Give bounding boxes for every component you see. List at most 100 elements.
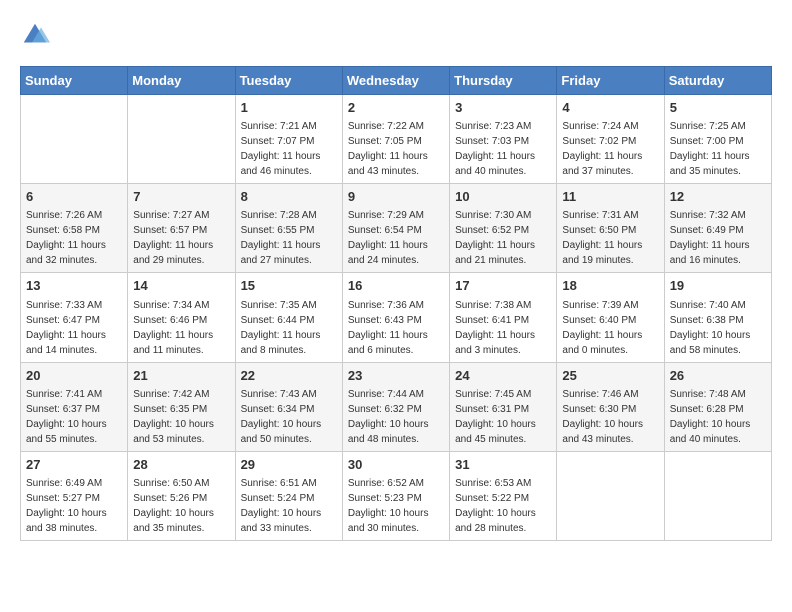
day-info: Sunrise: 7:26 AM Sunset: 6:58 PM Dayligh… (26, 208, 122, 268)
header-cell-monday: Monday (128, 67, 235, 95)
day-cell: 19 Sunrise: 7:40 AM Sunset: 6:38 PM Dayli… (664, 273, 771, 362)
day-info: Sunrise: 6:49 AM Sunset: 5:27 PM Dayligh… (26, 476, 122, 536)
day-number: 10 (455, 188, 551, 206)
day-info: Sunrise: 7:41 AM Sunset: 6:37 PM Dayligh… (26, 387, 122, 447)
day-info: Sunrise: 7:31 AM Sunset: 6:50 PM Dayligh… (562, 208, 658, 268)
day-number: 17 (455, 277, 551, 295)
day-number: 2 (348, 99, 444, 117)
day-info: Sunrise: 6:51 AM Sunset: 5:24 PM Dayligh… (241, 476, 337, 536)
day-cell: 3 Sunrise: 7:23 AM Sunset: 7:03 PM Daylig… (450, 95, 557, 184)
day-info: Sunrise: 7:36 AM Sunset: 6:43 PM Dayligh… (348, 298, 444, 358)
week-row-5: 27 Sunrise: 6:49 AM Sunset: 5:27 PM Dayli… (21, 451, 772, 540)
day-info: Sunrise: 7:45 AM Sunset: 6:31 PM Dayligh… (455, 387, 551, 447)
day-cell: 2Sunrise: 7:22 AM Sunset: 7:05 PM Daylig… (342, 95, 449, 184)
day-cell: 22 Sunrise: 7:43 AM Sunset: 6:34 PM Dayli… (235, 362, 342, 451)
day-number: 9 (348, 188, 444, 206)
day-number: 4 (562, 99, 658, 117)
day-info: Sunrise: 7:34 AM Sunset: 6:46 PM Dayligh… (133, 298, 229, 358)
calendar-body: 1Sunrise: 7:21 AM Sunset: 7:07 PM Daylig… (21, 95, 772, 541)
header-row: SundayMondayTuesdayWednesdayThursdayFrid… (21, 67, 772, 95)
day-info: Sunrise: 6:53 AM Sunset: 5:22 PM Dayligh… (455, 476, 551, 536)
day-cell: 29 Sunrise: 6:51 AM Sunset: 5:24 PM Dayli… (235, 451, 342, 540)
header-cell-friday: Friday (557, 67, 664, 95)
day-info: Sunrise: 7:42 AM Sunset: 6:35 PM Dayligh… (133, 387, 229, 447)
day-number: 21 (133, 367, 229, 385)
day-cell: 7 Sunrise: 7:27 AM Sunset: 6:57 PM Daylig… (128, 184, 235, 273)
day-cell: 30Sunrise: 6:52 AM Sunset: 5:23 PM Dayli… (342, 451, 449, 540)
day-cell (664, 451, 771, 540)
day-number: 29 (241, 456, 337, 474)
day-cell: 24 Sunrise: 7:45 AM Sunset: 6:31 PM Dayli… (450, 362, 557, 451)
day-info: Sunrise: 7:48 AM Sunset: 6:28 PM Dayligh… (670, 387, 766, 447)
page-header (20, 20, 772, 50)
day-number: 11 (562, 188, 658, 206)
day-cell: 12 Sunrise: 7:32 AM Sunset: 6:49 PM Dayli… (664, 184, 771, 273)
day-info: Sunrise: 7:35 AM Sunset: 6:44 PM Dayligh… (241, 298, 337, 358)
logo (20, 20, 54, 50)
day-number: 27 (26, 456, 122, 474)
day-number: 30 (348, 456, 444, 474)
day-cell: 6Sunrise: 7:26 AM Sunset: 6:58 PM Daylig… (21, 184, 128, 273)
day-number: 5 (670, 99, 766, 117)
day-info: Sunrise: 7:32 AM Sunset: 6:49 PM Dayligh… (670, 208, 766, 268)
day-number: 31 (455, 456, 551, 474)
day-number: 7 (133, 188, 229, 206)
day-info: Sunrise: 7:40 AM Sunset: 6:38 PM Dayligh… (670, 298, 766, 358)
day-info: Sunrise: 6:50 AM Sunset: 5:26 PM Dayligh… (133, 476, 229, 536)
day-number: 22 (241, 367, 337, 385)
day-number: 28 (133, 456, 229, 474)
day-cell: 16 Sunrise: 7:36 AM Sunset: 6:43 PM Dayli… (342, 273, 449, 362)
day-info: Sunrise: 7:30 AM Sunset: 6:52 PM Dayligh… (455, 208, 551, 268)
week-row-2: 6Sunrise: 7:26 AM Sunset: 6:58 PM Daylig… (21, 184, 772, 273)
day-info: Sunrise: 7:28 AM Sunset: 6:55 PM Dayligh… (241, 208, 337, 268)
week-row-4: 20 Sunrise: 7:41 AM Sunset: 6:37 PM Dayli… (21, 362, 772, 451)
day-cell: 31 Sunrise: 6:53 AM Sunset: 5:22 PM Dayli… (450, 451, 557, 540)
day-number: 19 (670, 277, 766, 295)
day-info: Sunrise: 7:27 AM Sunset: 6:57 PM Dayligh… (133, 208, 229, 268)
day-cell: 13 Sunrise: 7:33 AM Sunset: 6:47 PM Dayli… (21, 273, 128, 362)
day-number: 20 (26, 367, 122, 385)
header-cell-thursday: Thursday (450, 67, 557, 95)
day-cell: 8 Sunrise: 7:28 AM Sunset: 6:55 PM Daylig… (235, 184, 342, 273)
day-cell (557, 451, 664, 540)
day-cell (21, 95, 128, 184)
day-number: 3 (455, 99, 551, 117)
day-info: Sunrise: 7:33 AM Sunset: 6:47 PM Dayligh… (26, 298, 122, 358)
day-number: 12 (670, 188, 766, 206)
day-cell: 28 Sunrise: 6:50 AM Sunset: 5:26 PM Dayli… (128, 451, 235, 540)
calendar-table: SundayMondayTuesdayWednesdayThursdayFrid… (20, 66, 772, 541)
header-cell-wednesday: Wednesday (342, 67, 449, 95)
day-number: 16 (348, 277, 444, 295)
day-cell: 26Sunrise: 7:48 AM Sunset: 6:28 PM Dayli… (664, 362, 771, 451)
week-row-1: 1Sunrise: 7:21 AM Sunset: 7:07 PM Daylig… (21, 95, 772, 184)
day-number: 8 (241, 188, 337, 206)
day-info: Sunrise: 7:24 AM Sunset: 7:02 PM Dayligh… (562, 119, 658, 179)
day-number: 13 (26, 277, 122, 295)
day-info: Sunrise: 7:43 AM Sunset: 6:34 PM Dayligh… (241, 387, 337, 447)
day-info: Sunrise: 7:29 AM Sunset: 6:54 PM Dayligh… (348, 208, 444, 268)
day-cell: 18Sunrise: 7:39 AM Sunset: 6:40 PM Dayli… (557, 273, 664, 362)
day-cell: 4 Sunrise: 7:24 AM Sunset: 7:02 PM Daylig… (557, 95, 664, 184)
day-number: 25 (562, 367, 658, 385)
day-cell: 23 Sunrise: 7:44 AM Sunset: 6:32 PM Dayli… (342, 362, 449, 451)
day-number: 24 (455, 367, 551, 385)
day-number: 23 (348, 367, 444, 385)
day-cell: 27 Sunrise: 6:49 AM Sunset: 5:27 PM Dayli… (21, 451, 128, 540)
day-info: Sunrise: 7:39 AM Sunset: 6:40 PM Dayligh… (562, 298, 658, 358)
day-info: Sunrise: 7:21 AM Sunset: 7:07 PM Dayligh… (241, 119, 337, 179)
day-cell: 11 Sunrise: 7:31 AM Sunset: 6:50 PM Dayli… (557, 184, 664, 273)
day-cell: 10 Sunrise: 7:30 AM Sunset: 6:52 PM Dayli… (450, 184, 557, 273)
day-info: Sunrise: 7:44 AM Sunset: 6:32 PM Dayligh… (348, 387, 444, 447)
day-cell: 20 Sunrise: 7:41 AM Sunset: 6:37 PM Dayli… (21, 362, 128, 451)
day-cell: 5 Sunrise: 7:25 AM Sunset: 7:00 PM Daylig… (664, 95, 771, 184)
day-cell: 14Sunrise: 7:34 AM Sunset: 6:46 PM Dayli… (128, 273, 235, 362)
day-cell: 17 Sunrise: 7:38 AM Sunset: 6:41 PM Dayli… (450, 273, 557, 362)
day-cell: 1Sunrise: 7:21 AM Sunset: 7:07 PM Daylig… (235, 95, 342, 184)
day-cell: 25 Sunrise: 7:46 AM Sunset: 6:30 PM Dayli… (557, 362, 664, 451)
day-info: Sunrise: 7:38 AM Sunset: 6:41 PM Dayligh… (455, 298, 551, 358)
day-info: Sunrise: 7:46 AM Sunset: 6:30 PM Dayligh… (562, 387, 658, 447)
day-info: Sunrise: 7:25 AM Sunset: 7:00 PM Dayligh… (670, 119, 766, 179)
day-info: Sunrise: 7:23 AM Sunset: 7:03 PM Dayligh… (455, 119, 551, 179)
day-cell: 9 Sunrise: 7:29 AM Sunset: 6:54 PM Daylig… (342, 184, 449, 273)
week-row-3: 13 Sunrise: 7:33 AM Sunset: 6:47 PM Dayli… (21, 273, 772, 362)
